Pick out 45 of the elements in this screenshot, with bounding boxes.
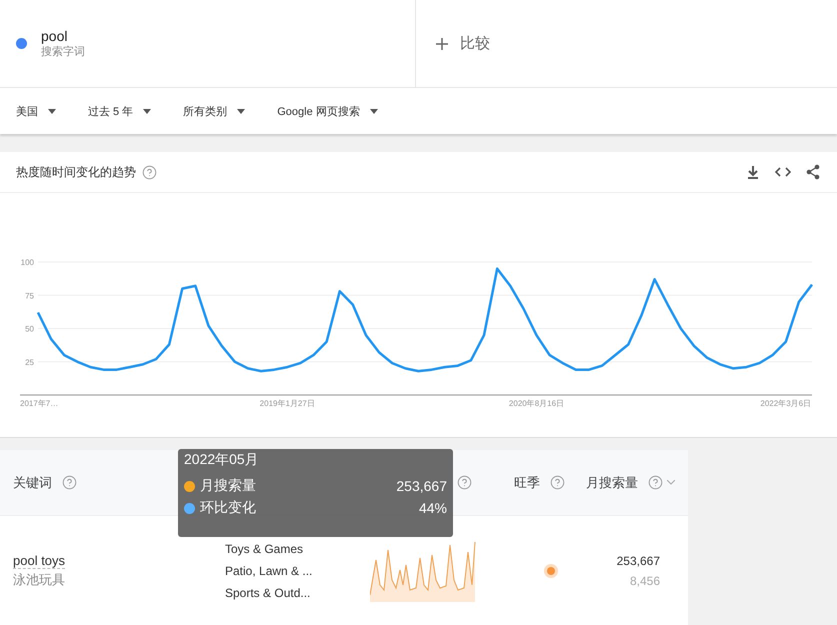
x-tick-label: 2017年7…: [20, 399, 58, 408]
search-term-subtitle: 搜索字词: [41, 44, 85, 59]
x-tick-label: 2019年1月27日: [260, 399, 315, 408]
help-icon[interactable]: [550, 475, 565, 490]
tooltip-label: 环比变化: [200, 499, 256, 517]
caret-icon: [370, 108, 378, 114]
y-tick-label: 75: [25, 291, 34, 300]
category-label: Patio, Lawn & ...: [225, 564, 314, 578]
help-icon[interactable]: [457, 475, 472, 490]
y-tick-label: 50: [25, 324, 34, 334]
tooltip-title: 2022年05月: [184, 451, 260, 469]
category-label: Toys & Games: [225, 542, 304, 556]
y-tick-label: 25: [25, 358, 34, 367]
keyword-link[interactable]: pool toys: [13, 553, 66, 569]
peak-season-indicator-icon: [544, 564, 558, 578]
caret-icon: [237, 108, 246, 114]
caret-icon: [143, 108, 152, 114]
sort-chevron-icon[interactable]: [667, 480, 675, 485]
share-icon[interactable]: [805, 164, 821, 180]
monthly-search-volume: 253,667: [616, 554, 660, 568]
tooltip-label: 月搜索量: [200, 477, 256, 495]
column-header: 月搜索量: [586, 474, 638, 492]
caret-icon: [48, 108, 56, 114]
column-header: 关键词: [13, 474, 52, 492]
chart-title: 热度随时间变化的趋势: [16, 164, 136, 180]
search-term: pool: [41, 28, 68, 44]
help-icon[interactable]: [648, 475, 663, 490]
filter-dropdown[interactable]: Google 网页搜索: [277, 104, 378, 118]
compare-button[interactable]: 比较: [436, 0, 490, 87]
plus-icon: [436, 38, 448, 50]
column-header: 旺季: [514, 474, 540, 492]
download-icon[interactable]: [745, 164, 761, 180]
x-tick-label: 2022年3月6日: [760, 399, 812, 408]
filter-dropdown[interactable]: 过去 5 年: [88, 104, 152, 118]
help-icon[interactable]: [62, 475, 77, 490]
category-label: Sports & Outd...: [225, 586, 312, 600]
tooltip-value: 44%: [418, 500, 447, 516]
x-tick-label: 2020年8月16日: [508, 399, 564, 408]
secondary-volume: 8,456: [630, 574, 660, 588]
keyword-translation: 泳池玩具: [13, 571, 66, 589]
tooltip-value: 253,667: [396, 478, 447, 494]
filter-dropdown[interactable]: 美国: [16, 104, 56, 118]
help-icon[interactable]: [142, 164, 157, 180]
y-tick-label: 100: [20, 258, 34, 267]
filter-dropdown[interactable]: 所有类别: [183, 104, 246, 118]
